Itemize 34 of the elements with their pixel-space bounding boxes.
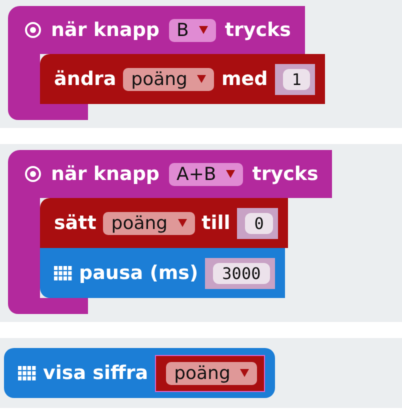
dropdown-arrow-icon — [198, 26, 208, 34]
block-label: när knapp — [51, 163, 160, 185]
block-label: ändra — [54, 68, 116, 90]
block-label: med — [221, 68, 268, 90]
variable-dropdown[interactable]: B — [168, 18, 216, 42]
block-label: pausa (ms) — [79, 262, 198, 284]
dropdown-arrow-icon — [178, 219, 187, 227]
event-block[interactable]: när knapp A+B trycks — [8, 150, 332, 198]
block-label: visa siffra — [43, 362, 148, 384]
number-field[interactable]: 0 — [245, 212, 273, 234]
number-field[interactable]: 3000 — [213, 262, 270, 284]
variable-dropdown[interactable]: poäng — [166, 362, 258, 384]
dropdown-arrow-icon — [197, 75, 206, 83]
variable-block[interactable]: ändra poäng med 1 — [40, 54, 326, 104]
number-field[interactable]: 1 — [282, 68, 310, 90]
dropdown-arrow-icon — [226, 170, 236, 178]
block-label: sätt — [54, 212, 96, 234]
block-label: trycks — [224, 19, 291, 41]
target-icon — [24, 21, 42, 39]
variable-block[interactable]: sätt poäng till 0 — [40, 198, 288, 248]
block-label: trycks — [252, 163, 318, 185]
variable-block[interactable]: poäng — [155, 354, 266, 392]
basic-block[interactable]: pausa (ms) 3000 — [40, 248, 285, 298]
variable-dropdown[interactable]: poäng — [103, 212, 195, 234]
grid-icon — [54, 266, 72, 280]
event-block[interactable]: när knapp B trycks — [8, 6, 305, 54]
block-label: när knapp — [51, 19, 160, 41]
block-label: till — [202, 212, 230, 234]
grid-icon — [18, 366, 36, 380]
dropdown-arrow-icon — [240, 369, 250, 377]
variable-dropdown[interactable]: A+B — [168, 162, 244, 186]
target-icon — [24, 165, 42, 183]
variable-dropdown[interactable]: poäng — [123, 68, 214, 90]
basic-block[interactable]: visa siffra poäng — [4, 348, 276, 398]
